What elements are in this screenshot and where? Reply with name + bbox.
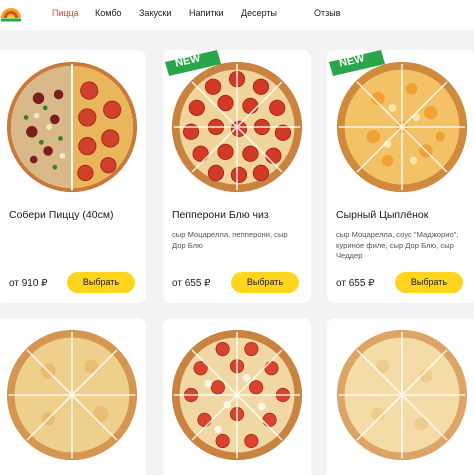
pizza-plain-cheese-image [336, 329, 468, 461]
product-price: от 655 ₽ [172, 278, 211, 289]
choose-button[interactable]: Выбрать [231, 272, 299, 293]
product-title: Пепперони Блю чиз [172, 209, 269, 221]
product-description: сыр Моцарелла, соус "Маджорио", куриное … [336, 230, 459, 260]
nav-item-desserts[interactable]: Десерты [241, 8, 277, 18]
pizza-chicken-image [336, 61, 468, 193]
top-navigation-bar: Пицца Комбо Закуски Напитки Десерты Отзы… [0, 0, 474, 30]
product-price: от 655 ₽ [336, 278, 375, 289]
nav-item-pizza[interactable]: Пицца [52, 8, 79, 18]
product-title: Собери Пиццу (40см) [9, 209, 114, 221]
product-card[interactable]: Собери Пиццу (40см) от 910 ₽ Выбрать [0, 50, 146, 303]
nav-item-drinks[interactable]: Напитки [189, 8, 224, 18]
pizza-half-half-image [6, 61, 138, 193]
product-card[interactable] [327, 318, 474, 475]
product-title: Сырный Цыплёнок [336, 209, 429, 221]
product-price: от 910 ₽ [9, 278, 48, 289]
nav-item-reviews[interactable]: Отзыв [314, 8, 341, 18]
product-card[interactable] [163, 318, 311, 475]
pizza-cheese-image [6, 329, 138, 461]
nav-item-combo[interactable]: Комбо [95, 8, 122, 18]
product-description: сыр Моцарелла, пепперони, сыр Дор Блю [172, 230, 288, 250]
choose-button[interactable]: Выбрать [67, 272, 135, 293]
pizza-pepperoni-cheese-image [171, 329, 303, 461]
product-card[interactable] [0, 318, 146, 475]
pizza-pepperoni-image [171, 61, 303, 193]
nav-item-snacks[interactable]: Закуски [139, 8, 171, 18]
choose-button[interactable]: Выбрать [395, 272, 463, 293]
product-card[interactable]: NEW Сырный Цыплёнок сыр Моцарелла, соус … [327, 50, 474, 303]
logo-icon[interactable] [0, 2, 22, 24]
product-card[interactable]: NEW Пепперони Блю чиз сыр Моцарелла, пеп… [163, 50, 311, 303]
